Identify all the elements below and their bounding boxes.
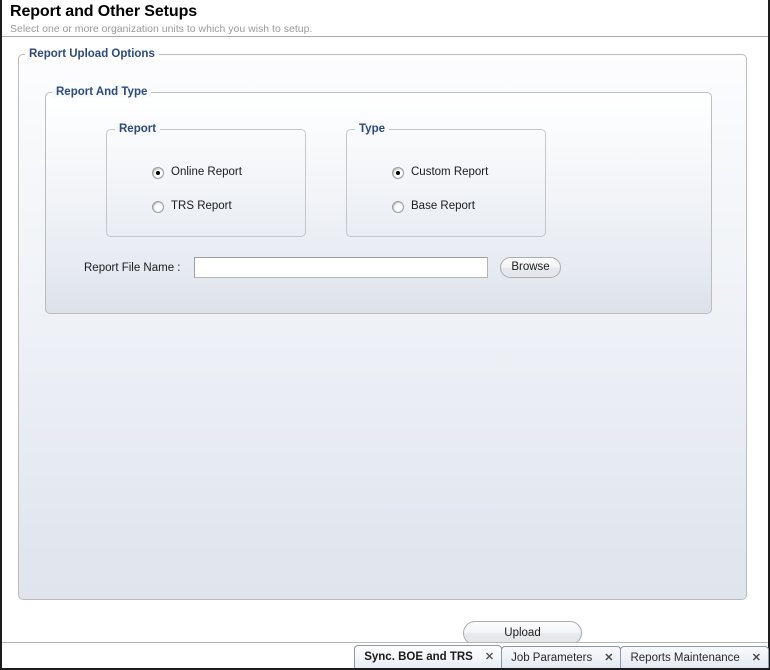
report-upload-options-legend: Report Upload Options (25, 48, 159, 60)
radio-base-report[interactable]: Base Report (392, 200, 475, 213)
report-file-row: Report File Name : Browse (46, 257, 711, 283)
radio-online-report-label: Online Report (171, 166, 242, 178)
close-icon[interactable]: ✕ (752, 652, 761, 664)
tab-job-parameters[interactable]: Job Parameters ✕ (501, 646, 622, 668)
type-group-legend: Type (355, 123, 389, 135)
radio-trs-report[interactable]: TRS Report (152, 200, 232, 213)
report-group: Report Online Report TRS Report (106, 123, 306, 237)
radio-custom-report[interactable]: Custom Report (392, 166, 488, 179)
tab-sync-boe-and-trs-label: Sync. BOE and TRS (364, 651, 473, 663)
report-and-type-legend: Report And Type (52, 86, 152, 98)
tab-job-parameters-label: Job Parameters (511, 651, 593, 664)
report-upload-options-panel: Report Upload Options Report And Type Re… (18, 48, 747, 645)
page-header: Report and Other Setups Select one or mo… (2, 0, 768, 37)
type-group: Type Custom Report Base Report (346, 123, 546, 237)
report-file-name-label: Report File Name : (84, 262, 181, 274)
radio-trs-report-mark[interactable] (152, 200, 164, 213)
radio-online-report[interactable]: Online Report (152, 166, 242, 179)
radio-base-report-mark[interactable] (392, 200, 404, 213)
tab-reports-maintenance[interactable]: Reports Maintenance ✕ (620, 646, 769, 668)
browse-button[interactable]: Browse (500, 257, 561, 278)
tab-reports-maintenance-label: Reports Maintenance (630, 651, 740, 664)
page-title: Report and Other Setups (10, 3, 198, 20)
close-icon[interactable]: ✕ (485, 651, 494, 663)
report-group-legend: Report (115, 123, 161, 135)
bottom-tab-bar: Sync. BOE and TRS ✕ Job Parameters ✕ Rep… (2, 642, 769, 668)
tab-sync-boe-and-trs[interactable]: Sync. BOE and TRS ✕ (354, 645, 503, 668)
radio-base-report-label: Base Report (411, 200, 475, 212)
radio-custom-report-label: Custom Report (411, 166, 489, 178)
report-file-name-input[interactable] (194, 257, 488, 278)
close-icon[interactable]: ✕ (604, 652, 613, 664)
radio-trs-report-label: TRS Report (171, 200, 232, 212)
radio-online-report-mark[interactable] (152, 166, 164, 179)
radio-custom-report-mark[interactable] (392, 166, 404, 179)
report-and-type-panel: Report And Type Report Online Report TRS… (45, 86, 712, 314)
page-subtitle: Select one or more organization units to… (10, 23, 313, 35)
content-area: Report Upload Options Report And Type Re… (2, 38, 768, 645)
application-window: Report and Other Setups Select one or mo… (0, 0, 770, 670)
